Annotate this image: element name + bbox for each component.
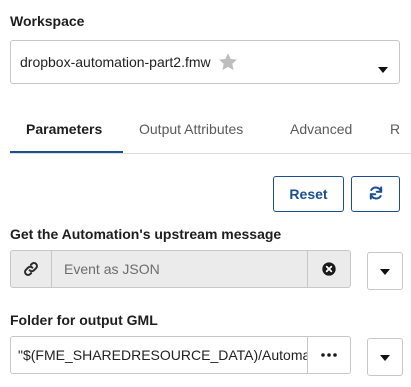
output-folder-label: Folder for output GML [10, 312, 158, 328]
workspace-value: dropbox-automation-part2.fmw [20, 54, 211, 70]
upstream-value: Event as JSON [52, 251, 308, 287]
tab-overflow[interactable]: R [390, 121, 400, 137]
star-icon[interactable] [217, 51, 239, 73]
tab-bar: Parameters Output Attributes Advanced R [10, 108, 411, 154]
caret-down-icon [378, 60, 388, 78]
tab-output-attributes[interactable]: Output Attributes [139, 121, 243, 137]
reset-button[interactable]: Reset [273, 176, 344, 212]
output-folder-value[interactable]: "$(FME_SHAREDRESOURCE_DATA)/Automations/ [11, 337, 308, 373]
output-folder-menu-button[interactable] [367, 338, 403, 376]
upstream-label: Get the Automation's upstream message [10, 226, 282, 242]
link-icon [11, 251, 52, 287]
output-folder-field[interactable]: "$(FME_SHAREDRESOURCE_DATA)/Automations/ [10, 336, 351, 374]
upstream-field: Event as JSON [10, 250, 351, 288]
workspace-label: Workspace [10, 13, 85, 29]
upstream-menu-button[interactable] [367, 252, 403, 290]
clear-circle-icon[interactable] [308, 251, 350, 287]
tab-advanced[interactable]: Advanced [290, 121, 352, 137]
active-tab-indicator [10, 151, 123, 153]
refresh-button[interactable] [351, 176, 400, 212]
refresh-icon [368, 185, 384, 204]
caret-down-icon [380, 262, 390, 280]
ellipsis-icon[interactable] [308, 337, 350, 373]
caret-down-icon [380, 348, 390, 366]
workspace-select[interactable]: dropbox-automation-part2.fmw [10, 40, 400, 84]
tab-parameters[interactable]: Parameters [26, 121, 102, 137]
